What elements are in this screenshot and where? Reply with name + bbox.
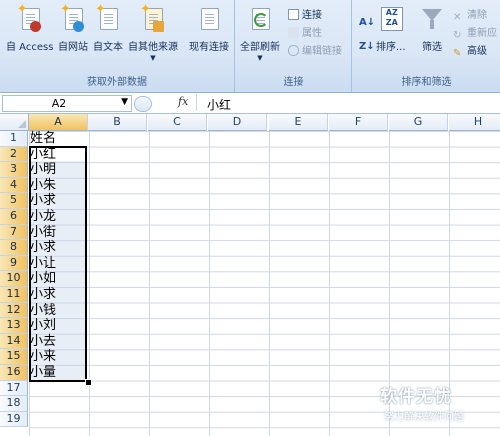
sort-descending-button[interactable]: Z↓ [359, 40, 375, 54]
dropdown-arrow-icon: ▼ [257, 54, 263, 62]
group-connections: 全部刷新 ▼ 连接 属性 编辑链接 连接 [236, 0, 352, 92]
filter-funnel-icon [421, 6, 443, 32]
column-header-b[interactable]: B [88, 114, 147, 131]
cell-a11[interactable]: 小求 [30, 287, 88, 302]
group-sort-filter: A↓ Z↓ AZ ZA 排序... 筛选 ✕ 清除 ↻ 重新应 ✎ 高级 排序和筛选 [353, 0, 500, 92]
sort-ascending-button[interactable]: A↓ [359, 16, 375, 30]
connections-icon [288, 9, 299, 20]
from-access-button[interactable]: ✦ 自 Access [6, 2, 53, 53]
clear-filter-icon: ✕ [453, 12, 462, 23]
dropdown-arrow-icon: ▼ [150, 54, 156, 62]
existing-connections-button[interactable]: 现有连接 [189, 6, 229, 53]
reapply-button[interactable]: ↻ 重新应 [453, 27, 497, 41]
cell-a1[interactable]: 姓名 [30, 131, 88, 146]
filter-button[interactable]: 筛选 [421, 6, 443, 53]
existing-connections-icon [198, 6, 220, 32]
row-header-16[interactable]: 16 [0, 365, 28, 381]
cell-a9[interactable]: 小让 [30, 256, 88, 271]
cell-a14[interactable]: 小去 [30, 334, 88, 349]
cell-a3[interactable]: 小明 [30, 162, 88, 177]
cell-a4[interactable]: 小朱 [30, 178, 88, 193]
formula-input[interactable]: 小红 [196, 94, 500, 112]
column-header-g[interactable]: G [389, 114, 448, 131]
cell-a5[interactable]: 小求 [30, 193, 88, 208]
web-icon: ✦ [60, 2, 84, 32]
group-title-external-data: 获取外部数据 [87, 77, 147, 88]
other-sources-icon: ✦ [140, 2, 164, 32]
insert-function-icon[interactable]: fx [178, 95, 188, 108]
watermark-subtitle: 努力解决软件问题 [384, 412, 464, 423]
row-header-3[interactable]: 3 [0, 162, 28, 178]
cell-a7[interactable]: 小街 [30, 225, 88, 240]
cell-a6[interactable]: 小龙 [30, 209, 88, 224]
reapply-icon: ↻ [453, 30, 462, 41]
link-icon [288, 45, 299, 56]
column-header-d[interactable]: D [208, 114, 267, 131]
row-header-8[interactable]: 8 [0, 240, 28, 256]
from-other-sources-button[interactable]: ✦ 自其他来源 ▼ [128, 2, 178, 62]
formula-bar-resize-handle[interactable] [134, 96, 152, 112]
select-all-corner[interactable] [0, 114, 29, 131]
properties-button[interactable]: 属性 [288, 27, 322, 41]
cell-a13[interactable]: 小刘 [30, 318, 88, 333]
row-header-10[interactable]: 10 [0, 271, 28, 287]
access-icon: ✦ [17, 2, 41, 32]
column-header-a[interactable]: A [29, 114, 88, 131]
cell-a10[interactable]: 小如 [30, 271, 88, 286]
from-web-button[interactable]: ✦ 自网站 [58, 2, 88, 53]
row-header-17[interactable]: 17 [0, 380, 28, 397]
cell-a12[interactable]: 小钱 [30, 303, 88, 318]
row-header-9[interactable]: 9 [0, 255, 28, 272]
row-header-1[interactable]: 1 [0, 131, 28, 147]
sort-button[interactable]: AZ ZA 排序... [376, 6, 406, 53]
column-header-f[interactable]: F [329, 114, 388, 131]
advanced-filter-icon: ✎ [453, 48, 462, 59]
row-header-5[interactable]: 5 [0, 193, 28, 209]
row-header-6[interactable]: 6 [0, 209, 28, 225]
row-header-7[interactable]: 7 [0, 224, 28, 241]
sort-dialog-icon: AZ ZA [380, 6, 403, 32]
cell-a16[interactable]: 小量 [30, 365, 88, 380]
connections-button[interactable]: 连接 [288, 9, 322, 23]
refresh-icon [249, 6, 271, 32]
group-title-connections: 连接 [283, 77, 304, 88]
formula-bar: A2 ▼ fx 小红 [0, 93, 500, 114]
name-box[interactable]: A2 ▼ [2, 95, 132, 112]
row-header-11[interactable]: 11 [0, 287, 28, 303]
row-header-18[interactable]: 18 [0, 396, 28, 412]
sort-descending-icon: Z↓ [359, 41, 375, 52]
column-header-h[interactable]: H [449, 114, 500, 131]
chevron-down-icon[interactable]: ▼ [121, 97, 128, 107]
advanced-filter-button[interactable]: ✎ 高级 [453, 45, 487, 59]
row-header-4[interactable]: 4 [0, 177, 28, 194]
cell-a8[interactable]: 小求 [30, 240, 88, 255]
cell-a2[interactable]: 小红 [30, 147, 88, 162]
ribbon: ✦ 自 Access ✦ 自网站 ✦ 自文本 ✦ 自其他来源 ▼ 现有连接 获取… [0, 0, 500, 93]
watermark-title: 软件无忧 [380, 387, 452, 407]
column-header-c[interactable]: C [148, 114, 207, 131]
column-header-e[interactable]: E [269, 114, 328, 131]
cell-a15[interactable]: 小来 [30, 349, 88, 364]
edit-links-button[interactable]: 编辑链接 [288, 45, 342, 59]
row-header-13[interactable]: 13 [0, 318, 28, 334]
refresh-all-button[interactable]: 全部刷新 ▼ [240, 6, 280, 62]
group-external-data: ✦ 自 Access ✦ 自网站 ✦ 自文本 ✦ 自其他来源 ▼ 现有连接 获取… [0, 0, 235, 92]
fill-handle[interactable] [85, 379, 92, 386]
properties-icon [288, 27, 299, 38]
row-header-14[interactable]: 14 [0, 333, 28, 350]
clear-filter-button[interactable]: ✕ 清除 [453, 9, 487, 23]
sort-ascending-icon: A↓ [359, 17, 376, 28]
row-header-15[interactable]: 15 [0, 349, 28, 365]
from-text-button[interactable]: ✦ 自文本 [93, 2, 123, 53]
text-file-icon: ✦ [95, 2, 119, 32]
group-title-sort-filter: 排序和筛选 [401, 77, 452, 88]
row-header-12[interactable]: 12 [0, 302, 28, 319]
row-header-19[interactable]: 19 [0, 411, 28, 428]
row-header-2[interactable]: 2 [0, 146, 28, 163]
